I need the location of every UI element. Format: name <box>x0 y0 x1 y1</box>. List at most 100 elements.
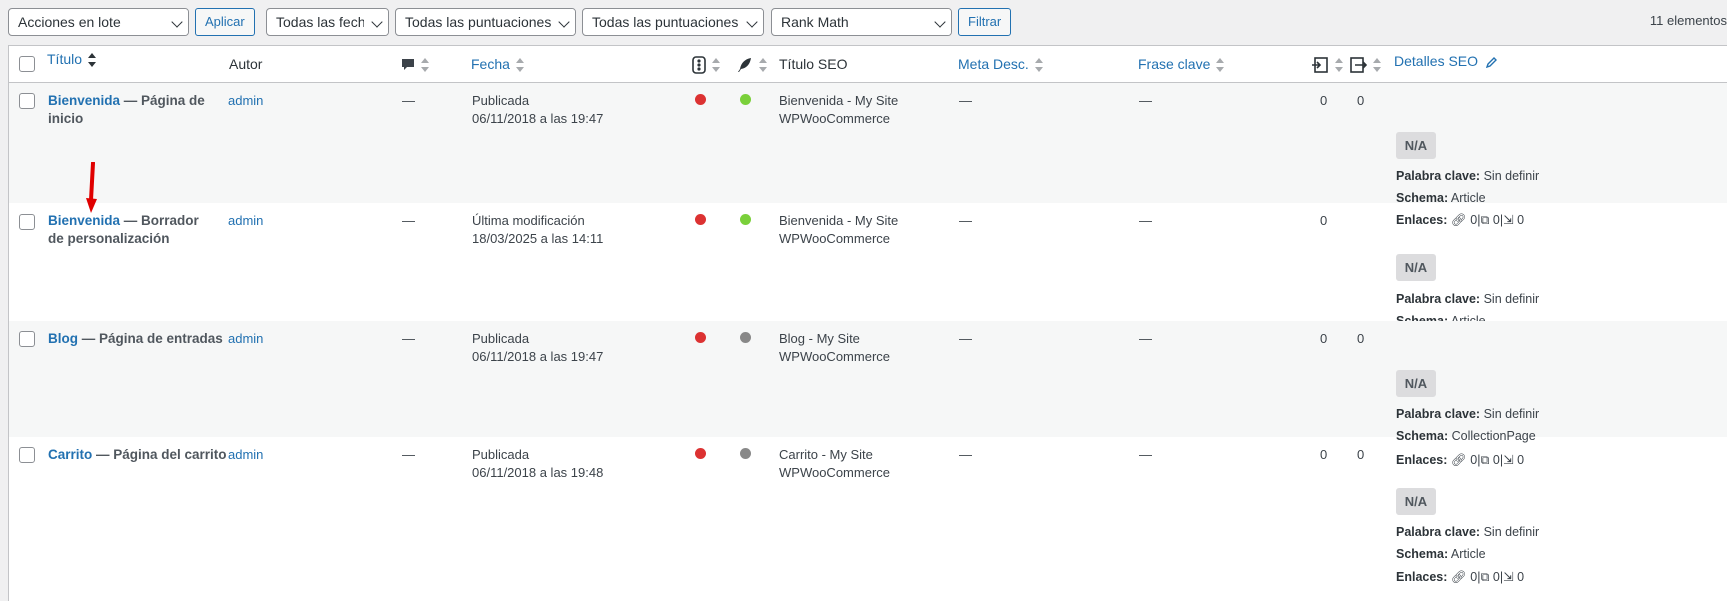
external-link-icon: ⧉ <box>1480 570 1490 584</box>
chevron-down-icon <box>558 16 570 28</box>
rank-math-filter-value: Rank Math <box>781 14 849 30</box>
apply-button[interactable]: Aplicar <box>195 8 255 36</box>
chevron-down-icon <box>371 16 383 28</box>
schema-label: Schema: <box>1396 547 1449 561</box>
filter-button[interactable]: Filtrar <box>958 8 1012 36</box>
row-keyphrase: — <box>1139 93 1152 108</box>
seo-score-filter-select[interactable]: Todas las puntuaciones SEO <box>395 8 576 36</box>
row-meta-desc: — <box>959 213 972 228</box>
row-checkbox[interactable] <box>19 214 35 230</box>
sort-icon <box>1216 58 1225 73</box>
row-author-link[interactable]: admin <box>228 330 263 348</box>
chevron-down-icon <box>934 16 946 28</box>
seo-keyword-line: Palabra clave: Sin definir <box>1396 407 1539 421</box>
row-checkbox[interactable] <box>19 93 35 109</box>
row-outgoing-count: 0 <box>1357 331 1365 346</box>
row-title: Carrito — Página del carrito <box>48 446 228 464</box>
row-title: Bienvenida — Borrador de personalización <box>48 212 218 248</box>
seo-score-dot <box>695 448 706 459</box>
row-seo-title: Blog - My Site <box>779 331 860 346</box>
row-keyphrase: — <box>1139 331 1152 346</box>
column-author: Autor <box>229 56 263 72</box>
chevron-down-icon <box>746 16 758 28</box>
column-readability[interactable] <box>737 46 767 83</box>
table-header: Título Autor Fecha Título SEO Meta Desc.… <box>9 46 1727 83</box>
seo-score-badge: N/A <box>1396 370 1436 397</box>
posts-table: Título Autor Fecha Título SEO Meta Desc.… <box>8 45 1727 601</box>
row-meta-desc: — <box>959 93 972 108</box>
pencil-icon <box>1485 57 1497 69</box>
row-title-link[interactable]: Bienvenida <box>48 93 120 108</box>
column-title-label: Título <box>47 51 83 67</box>
bulk-actions-select[interactable]: Acciones en lote <box>8 8 189 36</box>
column-outgoing-links[interactable] <box>1349 46 1381 83</box>
seo-keyword-line: Palabra clave: Sin definir <box>1396 169 1539 183</box>
incoming-links-icon <box>1312 57 1328 74</box>
readability-dot <box>740 94 751 105</box>
table-row: Carrito — Página del carrito admin — Pub… <box>9 437 1727 601</box>
comment-icon <box>402 59 414 71</box>
column-keyphrase[interactable]: Frase clave <box>1138 46 1225 83</box>
date-filter-select[interactable]: Todas las fechas <box>266 8 389 36</box>
row-title-link[interactable]: Carrito <box>48 447 92 462</box>
sort-icon <box>515 58 524 73</box>
keyword-label: Palabra clave: <box>1396 407 1481 421</box>
row-title-link[interactable]: Bienvenida <box>48 213 120 228</box>
column-seo-score[interactable] <box>692 46 720 83</box>
row-date: 06/11/2018 a las 19:47 <box>472 349 604 364</box>
row-status: Publicada <box>472 331 530 346</box>
row-title: Blog — Página de entradas <box>48 330 228 348</box>
keyword-value: Sin definir <box>1483 525 1540 539</box>
row-outgoing-count: 0 <box>1357 93 1365 108</box>
column-seo-details[interactable]: Detalles SEO <box>1394 46 1498 80</box>
schema-value: Article <box>1450 547 1486 561</box>
sort-icon <box>88 53 97 68</box>
sort-icon <box>712 58 720 73</box>
rank-math-filter-select[interactable]: Rank Math <box>771 8 952 36</box>
sort-icon <box>421 58 429 73</box>
links-label: Enlaces: <box>1396 570 1448 584</box>
table-row: Blog — Página de entradas admin — Public… <box>9 321 1727 443</box>
readability-dot <box>740 448 751 459</box>
sort-icon <box>759 58 767 73</box>
row-author-link[interactable]: admin <box>228 446 263 464</box>
row-seo-title-line2: WPWooCommerce <box>779 231 891 246</box>
row-author-link[interactable]: admin <box>228 92 263 110</box>
select-all-checkbox[interactable] <box>19 56 35 72</box>
column-keyphrase-label: Frase clave <box>1138 56 1211 72</box>
row-keyphrase: — <box>1139 447 1152 462</box>
row-title: Bienvenida — Página de inicio <box>48 92 208 128</box>
keyword-label: Palabra clave: <box>1396 169 1481 183</box>
column-meta-desc[interactable]: Meta Desc. <box>958 46 1043 83</box>
row-incoming-count: 0 <box>1320 93 1328 108</box>
row-status: Última modificación <box>472 213 585 228</box>
row-checkbox[interactable] <box>19 331 35 347</box>
column-title[interactable]: Título <box>47 46 97 78</box>
row-checkbox[interactable] <box>19 447 35 463</box>
annotation-arrow-icon <box>86 162 97 213</box>
seo-score-dot <box>695 332 706 343</box>
seo-keyword-line: Palabra clave: Sin definir <box>1396 292 1539 306</box>
column-incoming-links[interactable] <box>1311 46 1343 83</box>
readability-filter-select[interactable]: Todas las puntuaciones de <box>582 8 764 36</box>
column-seo-details-label: Detalles SEO <box>1394 53 1479 69</box>
row-author-link[interactable]: admin <box>228 212 263 230</box>
column-date[interactable]: Fecha <box>471 46 524 83</box>
keyword-label: Palabra clave: <box>1396 525 1481 539</box>
tablenav: Acciones en lote Aplicar Todas las fecha… <box>8 8 1727 38</box>
row-meta-desc: — <box>959 447 972 462</box>
row-incoming-count: 0 <box>1320 213 1328 228</box>
row-comments: — <box>402 331 415 346</box>
row-status: Publicada <box>472 93 530 108</box>
row-comments: — <box>402 447 415 462</box>
table-row: Bienvenida — Borrador de personalización… <box>9 203 1727 328</box>
sort-icon <box>1034 58 1043 73</box>
item-count: 11 elementos <box>1649 13 1727 28</box>
incoming-link-icon: ⇲ <box>1503 570 1514 584</box>
row-title-link[interactable]: Blog <box>48 331 78 346</box>
column-comments[interactable] <box>401 46 429 83</box>
seo-links-line: Enlaces: 🔗︎ 0|⧉ 0|⇲ 0 <box>1396 570 1525 584</box>
row-comments: — <box>402 93 415 108</box>
row-seo-title-line2: WPWooCommerce <box>779 465 891 480</box>
seo-score-badge: N/A <box>1396 488 1436 515</box>
